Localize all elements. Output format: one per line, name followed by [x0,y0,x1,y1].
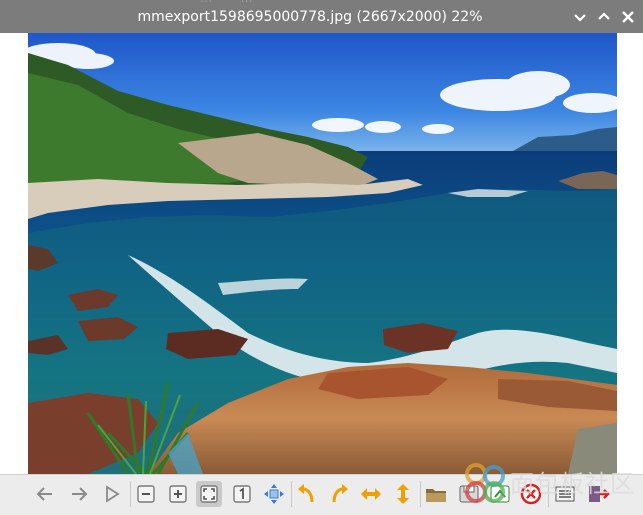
chevron-up-icon [598,12,610,20]
coastal-photo [28,33,617,474]
image-viewport[interactable] [0,33,643,474]
watermark-text: 面包板社区 [510,470,635,498]
flip-horizontal-icon [361,488,381,500]
rotate-right-icon [332,484,348,503]
fit-icon [200,485,218,503]
toolbar-separator [130,481,131,507]
next-button[interactable] [66,481,92,507]
window-title: mmexport1598695000778.jpg (2667x2000) 22… [137,9,483,25]
fit-window-button[interactable] [196,481,222,507]
fullscreen-button[interactable] [261,481,287,507]
previous-button[interactable] [32,481,58,507]
zoom-out-button[interactable] [133,481,159,507]
rotate-right-button[interactable] [326,481,352,507]
open-file-button[interactable] [423,481,449,507]
original-size-button[interactable] [229,481,255,507]
rotate-left-icon [298,484,314,503]
watermark: 面包板社区 [462,462,634,506]
toolbar-separator [291,481,292,507]
play-icon [106,485,120,503]
background-window-titles: ...... [200,0,281,6]
one-to-one-icon [233,485,251,503]
minimize-button[interactable] [571,8,589,26]
fullscreen-icon [264,484,284,504]
zoom-in-button[interactable] [165,481,191,507]
rotate-left-button[interactable] [294,481,320,507]
chevron-down-icon [574,14,586,22]
folder-icon [426,489,446,502]
arrow-right-icon [72,487,88,501]
arrow-left-icon [36,487,52,501]
zoom-out-icon [137,485,155,503]
zoom-in-icon [169,485,187,503]
flip-vertical-button[interactable] [390,481,416,507]
toolbar-separator [420,481,421,507]
flip-horizontal-button[interactable] [358,481,384,507]
close-button[interactable] [619,8,637,26]
title-bar[interactable]: ...... mmexport1598695000778.jpg (2667x2… [0,0,643,33]
close-icon [622,11,634,23]
flip-vertical-icon [397,484,409,504]
watermark-logo-icon [465,463,505,503]
maximize-button[interactable] [595,8,613,26]
slideshow-button[interactable] [99,481,125,507]
